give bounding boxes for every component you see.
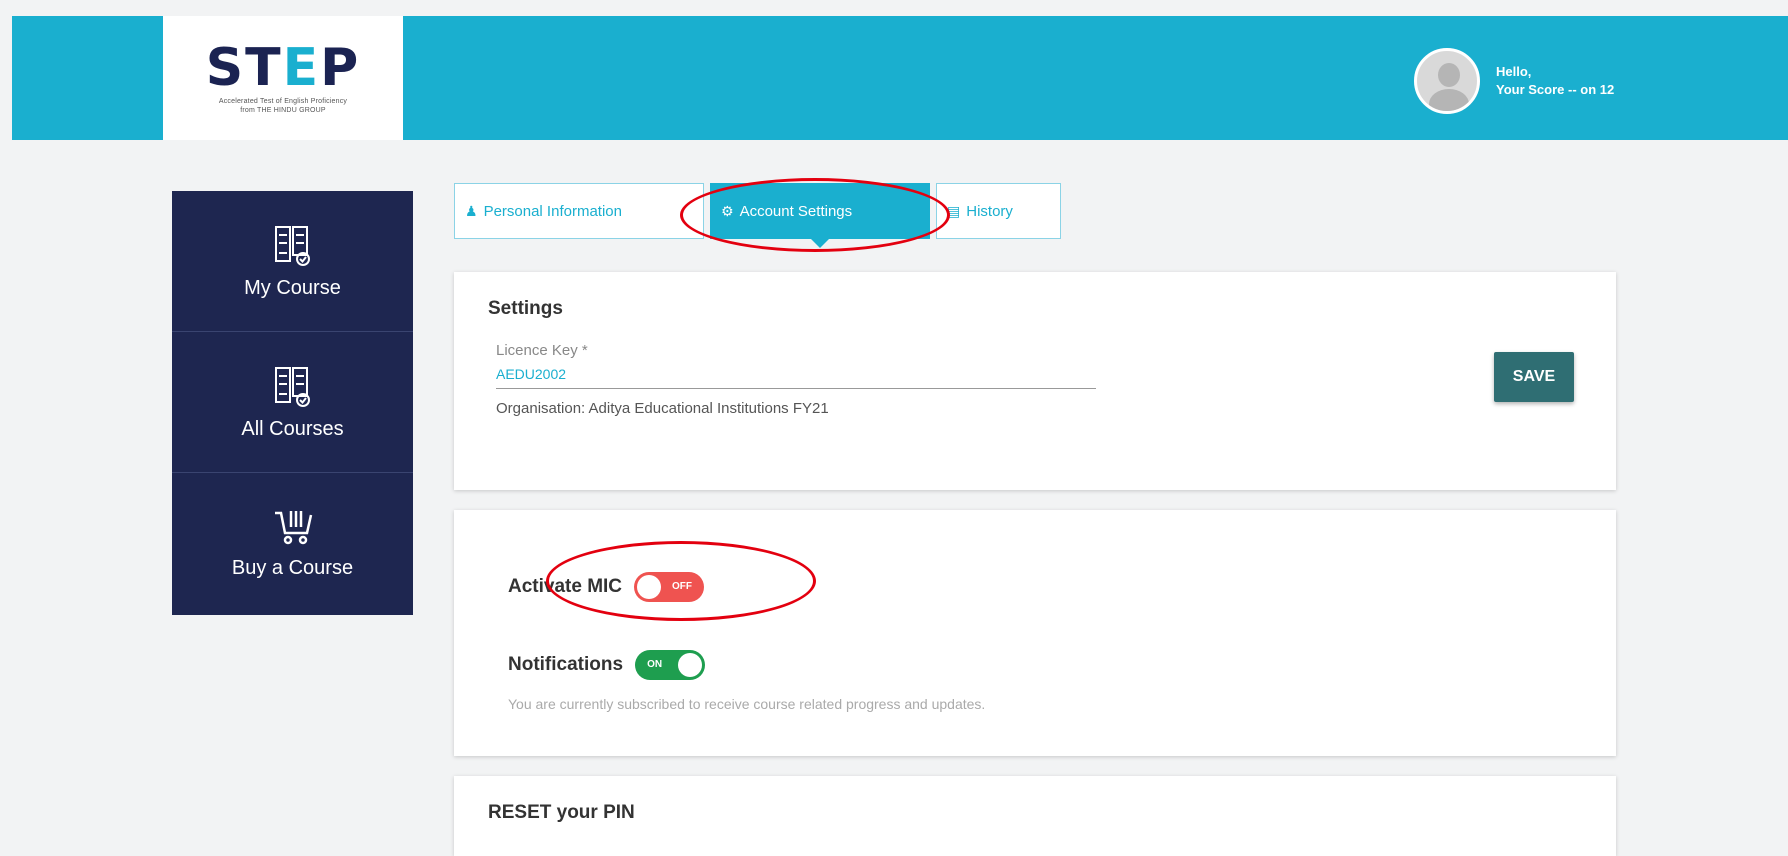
step-logo[interactable]: STEP Accelerated Test of English Profici… [163, 16, 403, 140]
score-text: Your Score -- on 12 [1496, 82, 1615, 97]
notifications-description: You are currently subscribed to receive … [508, 696, 986, 712]
mic-row: Activate MIC OFF [508, 572, 705, 602]
profile-tabs: ♟ Personal Information ⚙ Account Setting… [454, 183, 1061, 248]
sidebar-item-label: Buy a Course [231, 557, 354, 579]
sidebar-item-label: All Courses [241, 417, 344, 440]
license-key-label: Licence Key * [496, 342, 588, 359]
toggle-knob [678, 653, 703, 677]
avatar[interactable] [1414, 48, 1480, 114]
tab-label: History [966, 202, 1013, 220]
book-check-icon [274, 225, 310, 266]
sidebar-item-buy-course[interactable]: Buy a Course [172, 473, 413, 614]
logo-tagline: Accelerated Test of English Proficiency [218, 98, 348, 105]
settings-title: Settings [488, 298, 563, 319]
organisation-text: Organisation: Aditya Educational Institu… [496, 400, 829, 417]
save-button[interactable]: SAVE [1494, 352, 1574, 402]
toggle-knob [637, 575, 662, 599]
notifications-label: Notifications [508, 654, 624, 675]
tab-history[interactable]: ▤ History [936, 183, 1061, 239]
tab-personal-information[interactable]: ♟ Personal Information [454, 183, 704, 239]
cart-icon [274, 511, 312, 545]
sidebar-item-label: My Course [244, 276, 341, 299]
notifications-toggle[interactable]: ON [635, 650, 706, 680]
mic-toggle[interactable]: OFF [634, 572, 705, 602]
logo-subtitle: from THE HINDU GROUP [240, 107, 326, 114]
logo-wordmark: STEP [205, 38, 361, 98]
book-check-icon [274, 366, 310, 407]
cogs-icon: ⚙ [721, 202, 734, 219]
notifications-row: Notifications ON [508, 650, 706, 680]
tab-account-settings[interactable]: ⚙ Account Settings [710, 183, 930, 248]
toggle-state: ON [647, 659, 663, 670]
sidebar: My Course All Courses Buy a Course [172, 191, 413, 615]
settings-card: Settings Licence Key * AEDU2002 Organisa… [454, 272, 1616, 490]
file-icon: ▤ [947, 202, 961, 219]
reset-pin-title: RESET your PIN [488, 802, 635, 823]
sidebar-item-my-course[interactable]: My Course [172, 191, 413, 332]
preferences-card: Activate MIC OFF Notifications ON You ar… [454, 510, 1616, 756]
sidebar-item-all-courses[interactable]: All Courses [172, 332, 413, 473]
user-icon: ♟ [465, 202, 478, 219]
toggle-state: OFF [672, 581, 693, 592]
user-info: Hello, Your Score -- on 12 [1414, 48, 1614, 114]
mic-label: Activate MIC [508, 576, 623, 597]
greeting-text: Hello, [1496, 64, 1532, 79]
reset-pin-card: RESET your PIN [454, 776, 1616, 856]
tab-label: Account Settings [739, 202, 853, 220]
license-key-field[interactable]: AEDU2002 [496, 366, 1096, 389]
tab-label: Personal Information [483, 202, 622, 220]
